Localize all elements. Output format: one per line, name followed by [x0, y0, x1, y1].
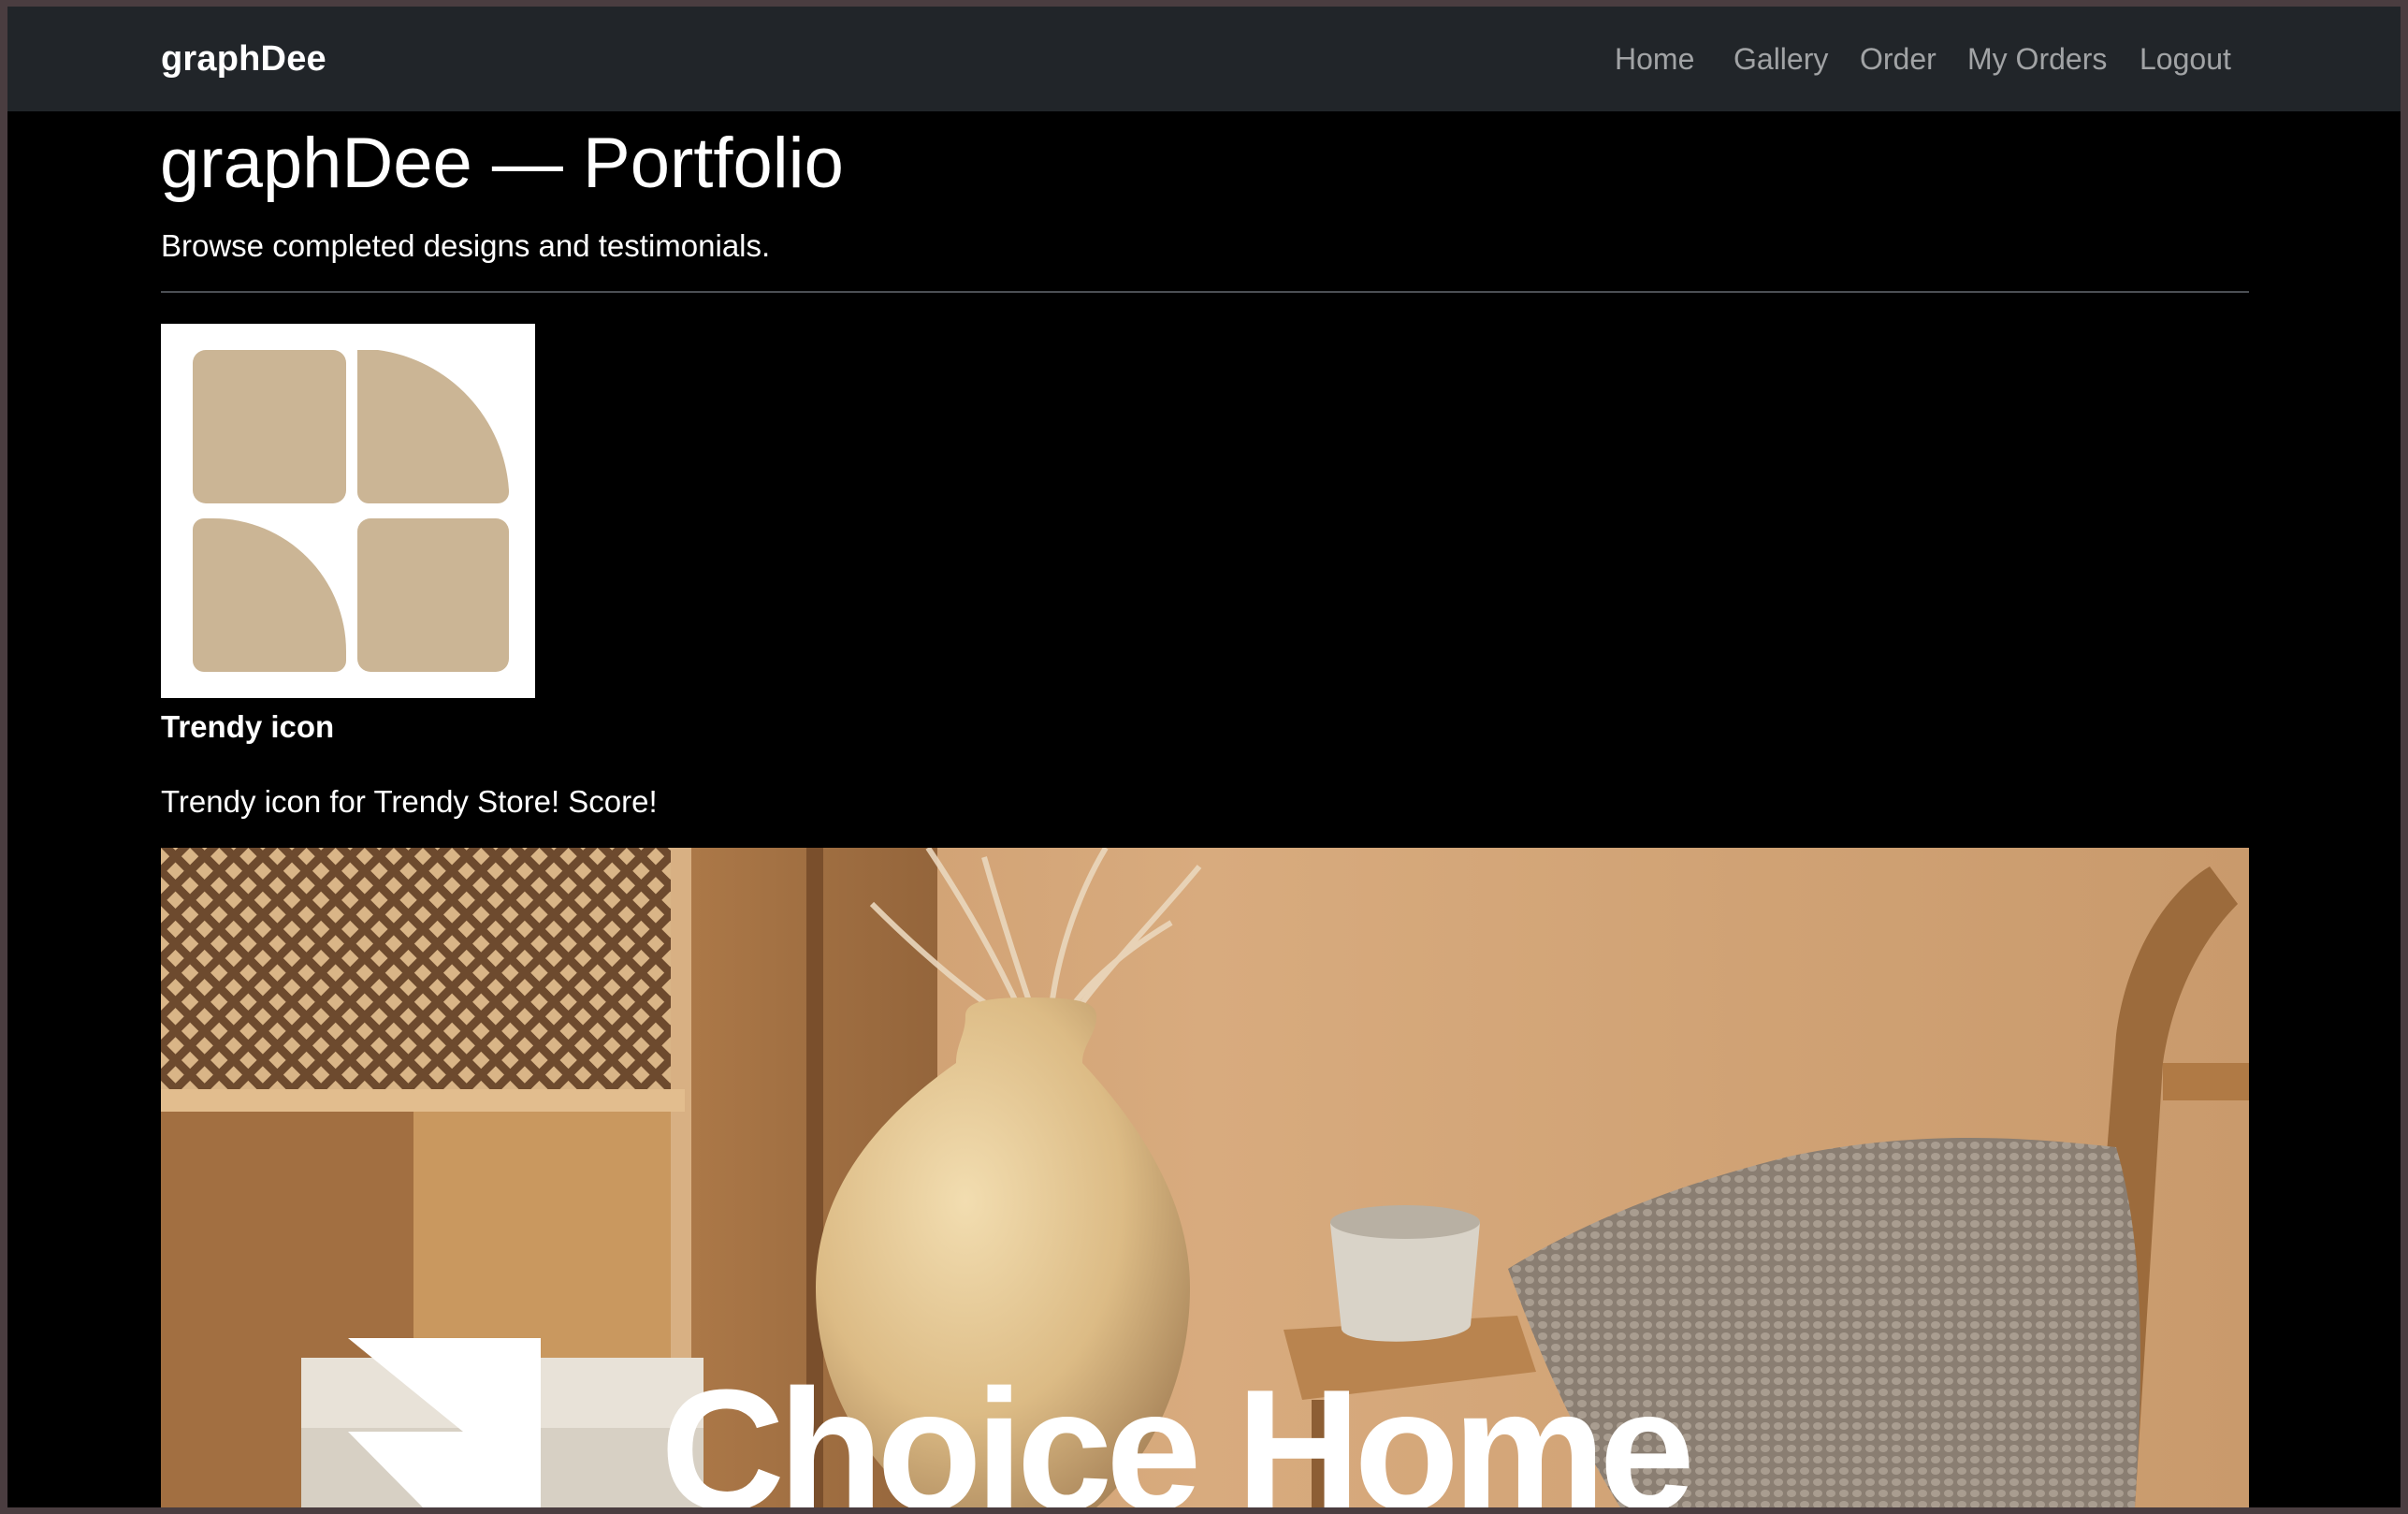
- portfolio-banner-image[interactable]: Choice Home: [161, 848, 2249, 1507]
- top-navbar: graphDee Home Gallery Order My Orders Lo…: [7, 7, 2401, 111]
- four-rounded-tiles-logo-icon: [193, 350, 509, 672]
- nav-home-link[interactable]: Home: [1615, 7, 1694, 111]
- nav-order-link[interactable]: Order: [1860, 7, 1937, 111]
- section-divider: [161, 291, 2249, 293]
- brand-logo-link[interactable]: graphDee: [161, 7, 326, 111]
- page-subtitle: Browse completed designs and testimonial…: [161, 228, 771, 263]
- browser-viewport: graphDee Home Gallery Order My Orders Lo…: [7, 7, 2401, 1507]
- portfolio-item-image[interactable]: [161, 324, 535, 698]
- nav-logout-link[interactable]: Logout: [2140, 7, 2231, 111]
- page-title: graphDee — Portfolio: [160, 124, 844, 203]
- nav-gallery-link[interactable]: Gallery: [1733, 7, 1828, 111]
- nav-my-orders-link[interactable]: My Orders: [1967, 7, 2107, 111]
- banner-brand-text: Choice Home: [660, 1353, 1695, 1507]
- portfolio-item-description: Trendy icon for Trendy Store! Score!: [161, 784, 658, 819]
- portfolio-item-title: Trendy icon: [161, 709, 335, 744]
